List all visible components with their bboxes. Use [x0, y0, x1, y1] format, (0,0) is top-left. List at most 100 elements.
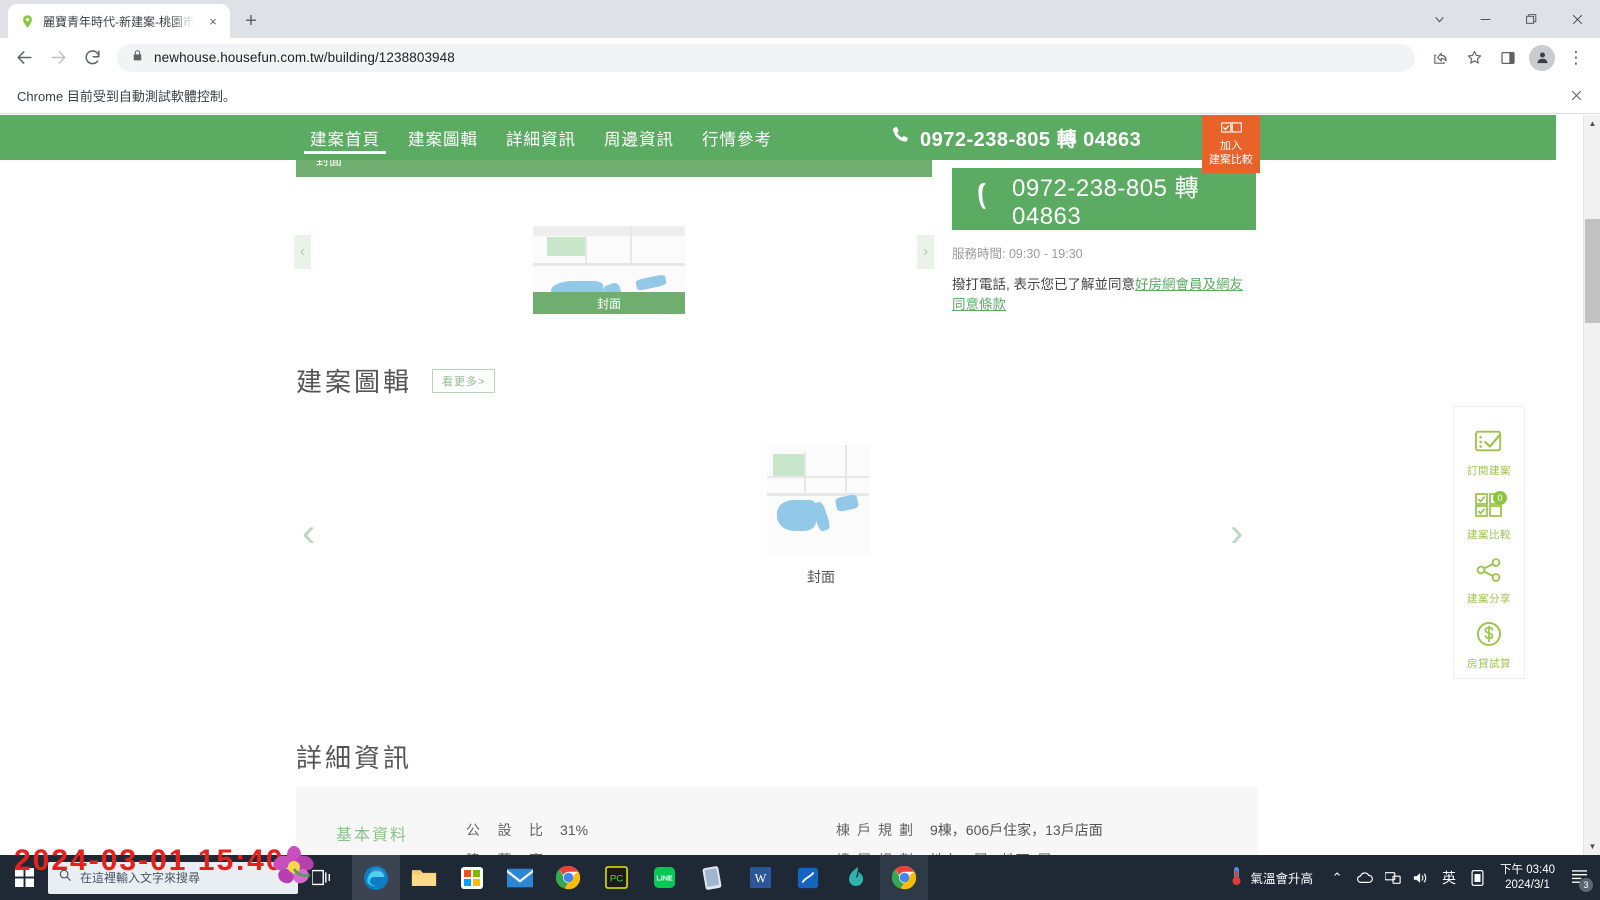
tray-overflow-chevron-icon[interactable]: ⌃	[1323, 855, 1351, 900]
share-icon[interactable]	[1424, 42, 1456, 74]
share-nodes-icon	[1476, 557, 1502, 587]
battery-icon[interactable]	[1463, 855, 1491, 900]
detail-column-left: 公設比 31% 建蔽率 37.23% 車位規劃 平面式681個	[466, 821, 836, 855]
detail-row: 棟戶規劃 9棟，606戶住家，13戶店面	[836, 821, 1206, 839]
nav-item-market[interactable]: 行情參考	[688, 115, 786, 160]
nav-item-gallery[interactable]: 建案圖輯	[394, 115, 492, 160]
carousel-prev-button[interactable]: ‹	[294, 235, 311, 269]
add-to-compare-badge[interactable]: 加入 建案比較	[1202, 115, 1260, 173]
rail-label: 建案分享	[1467, 592, 1511, 605]
taskbar-app-file-explorer[interactable]	[400, 855, 448, 900]
ime-indicator[interactable]: 英	[1435, 855, 1463, 900]
taskbar-system-tray: 氣溫會升高 ⌃ 英 下午 03:40 2024/3/1 3	[1219, 855, 1600, 900]
taskbar-app-microsoft-store[interactable]	[448, 855, 496, 900]
taskbar-clock[interactable]: 下午 03:40 2024/3/1	[1491, 855, 1564, 900]
detail-row: 公設比 31%	[466, 821, 836, 839]
reload-button[interactable]	[76, 42, 108, 74]
carousel-next-button[interactable]: ›	[917, 235, 934, 269]
detail-value: 31%	[560, 822, 589, 838]
browser-titlebar: 麗寶青年時代-新建案-桃園市八… × +	[0, 0, 1600, 38]
close-window-button[interactable]	[1554, 0, 1600, 38]
contact-phone-button[interactable]: 0972-238-805 轉 04863	[952, 168, 1256, 230]
rail-item-loan[interactable]: 房貸試算	[1453, 614, 1525, 678]
detail-category-label: 基本資料	[336, 827, 409, 844]
scrollbar-up-arrow[interactable]: ▲	[1584, 115, 1600, 132]
cloud-icon[interactable]	[1351, 855, 1379, 900]
maximize-button[interactable]	[1508, 0, 1554, 38]
detail-columns: 公設比 31% 建蔽率 37.23% 車位規劃 平面式681個	[466, 821, 1258, 855]
site-nav-links: 建案首頁 建案圖輯 詳細資訊 周邊資訊 行情參考	[296, 115, 786, 160]
compare-checkbox-icon	[1220, 121, 1242, 139]
new-tab-button[interactable]: +	[237, 7, 265, 35]
browser-tab[interactable]: 麗寶青年時代-新建案-桃園市八… ×	[8, 4, 230, 38]
rail-label: 房貸試算	[1467, 657, 1511, 670]
chrome-menu-button[interactable]: ⋮	[1560, 42, 1592, 74]
browser-toolbar: newhouse.housefun.com.tw/building/123880…	[0, 38, 1600, 78]
gallery-image-caption: 封面	[807, 569, 835, 585]
clipboard-check-icon	[1474, 428, 1504, 459]
taskbar-app-google-chrome[interactable]	[544, 855, 592, 900]
rail-item-subscribe[interactable]: 訂閱建案	[1453, 421, 1525, 485]
profile-avatar[interactable]	[1529, 44, 1555, 71]
carousel-thumbnail[interactable]: 封面	[533, 226, 685, 314]
floating-action-rail: 訂閱建案 0 建案比較 建案分享 房貸試算	[1453, 406, 1525, 679]
taskbar-app-chrome-window[interactable]	[880, 855, 928, 900]
infobar-close-icon[interactable]	[1566, 86, 1586, 106]
rail-item-compare[interactable]: 0 建案比較	[1453, 485, 1525, 549]
contact-note-prefix: 撥打電話, 表示您已了解並同意	[952, 277, 1136, 292]
volume-icon[interactable]	[1407, 855, 1435, 900]
compare-badge-line2: 建案比較	[1209, 153, 1253, 166]
taskbar-app-teal[interactable]	[832, 855, 880, 900]
gallery-main-image[interactable]	[767, 445, 869, 555]
tab-close-icon[interactable]: ×	[204, 12, 222, 30]
toolbar-right-actions: ⋮	[1424, 42, 1592, 74]
rail-item-share[interactable]: 建案分享	[1453, 550, 1525, 614]
svg-text:LINE: LINE	[656, 874, 673, 882]
tab-search-icon[interactable]	[1416, 0, 1462, 38]
taskbar-app-phone-link[interactable]	[688, 855, 736, 900]
scrollbar-down-arrow[interactable]: ▼	[1584, 838, 1600, 855]
network-icon[interactable]	[1379, 855, 1407, 900]
gallery-more-button[interactable]: 看更多>	[432, 368, 496, 393]
page-content: Map data ©2024 Google Google 封面 建案首頁 建案圖…	[0, 115, 1556, 855]
nav-item-details[interactable]: 詳細資訊	[492, 115, 590, 160]
contact-service-hours: 服務時間: 09:30 - 19:30	[952, 247, 1083, 261]
taskbar-app-pc[interactable]: PC	[592, 855, 640, 900]
nav-item-home[interactable]: 建案首頁	[296, 115, 394, 160]
taskbar-app-line[interactable]: LINE	[640, 855, 688, 900]
location-pin-icon	[19, 13, 35, 29]
page-scrollbar[interactable]: ▲ ▼	[1583, 115, 1600, 855]
carousel-thumbnail-caption: 封面	[533, 292, 685, 314]
side-panel-icon[interactable]	[1492, 42, 1524, 74]
address-bar[interactable]: newhouse.housefun.com.tw/building/123880…	[117, 43, 1415, 72]
taskbar-app-microsoft-word[interactable]: W	[736, 855, 784, 900]
taskbar-app-microsoft-edge[interactable]	[352, 855, 400, 900]
detail-info-panel: 基本資料 公設比 31% 建蔽率 37.23%	[296, 787, 1258, 855]
gallery-body: ‹ › 封面	[296, 445, 1258, 660]
bookmark-star-icon[interactable]	[1458, 42, 1490, 74]
timestamp-overlay: 2024-03-01 15:40	[14, 844, 285, 877]
notification-center-button[interactable]: 3	[1564, 855, 1594, 900]
automation-infobar: Chrome 目前受到自動測試軟體控制。	[0, 78, 1600, 114]
scrollbar-thumb[interactable]	[1585, 219, 1600, 323]
contact-card: 0972-238-805 轉 04863 服務時間: 09:30 - 19:30…	[952, 168, 1256, 312]
taskbar-app-blue[interactable]	[784, 855, 832, 900]
forward-button[interactable]	[42, 42, 74, 74]
tray-weather-widget[interactable]: 氣溫會升高	[1219, 866, 1324, 889]
page-viewport: Map data ©2024 Google Google 封面 建案首頁 建案圖…	[0, 115, 1600, 855]
taskbar-time: 下午 03:40	[1500, 863, 1555, 876]
navbar-phone[interactable]: 0972-238-805 轉 04863	[890, 123, 1141, 152]
detail-value: 9棟，606戶住家，13戶店面	[930, 822, 1103, 838]
nav-item-surroundings[interactable]: 周邊資訊	[590, 115, 688, 160]
browser-window: 麗寶青年時代-新建案-桃園市八… × +	[0, 0, 1600, 855]
svg-text:W: W	[754, 871, 766, 885]
contact-phone-number: 0972-238-805 轉 04863	[1012, 174, 1200, 230]
detail-column-right: 棟戶規劃 9棟，606戶住家，13戶店面 樓層規劃 地上14層，地下3層 管理費…	[836, 821, 1206, 855]
back-button[interactable]	[8, 42, 40, 74]
flower-sticker-icon	[272, 845, 316, 894]
taskbar-app-mail[interactable]	[496, 855, 544, 900]
gallery-prev-button[interactable]: ‹	[302, 513, 315, 553]
detail-label: 棟戶規劃	[836, 822, 914, 838]
gallery-next-button[interactable]: ›	[1230, 513, 1243, 553]
minimize-button[interactable]	[1462, 0, 1508, 38]
